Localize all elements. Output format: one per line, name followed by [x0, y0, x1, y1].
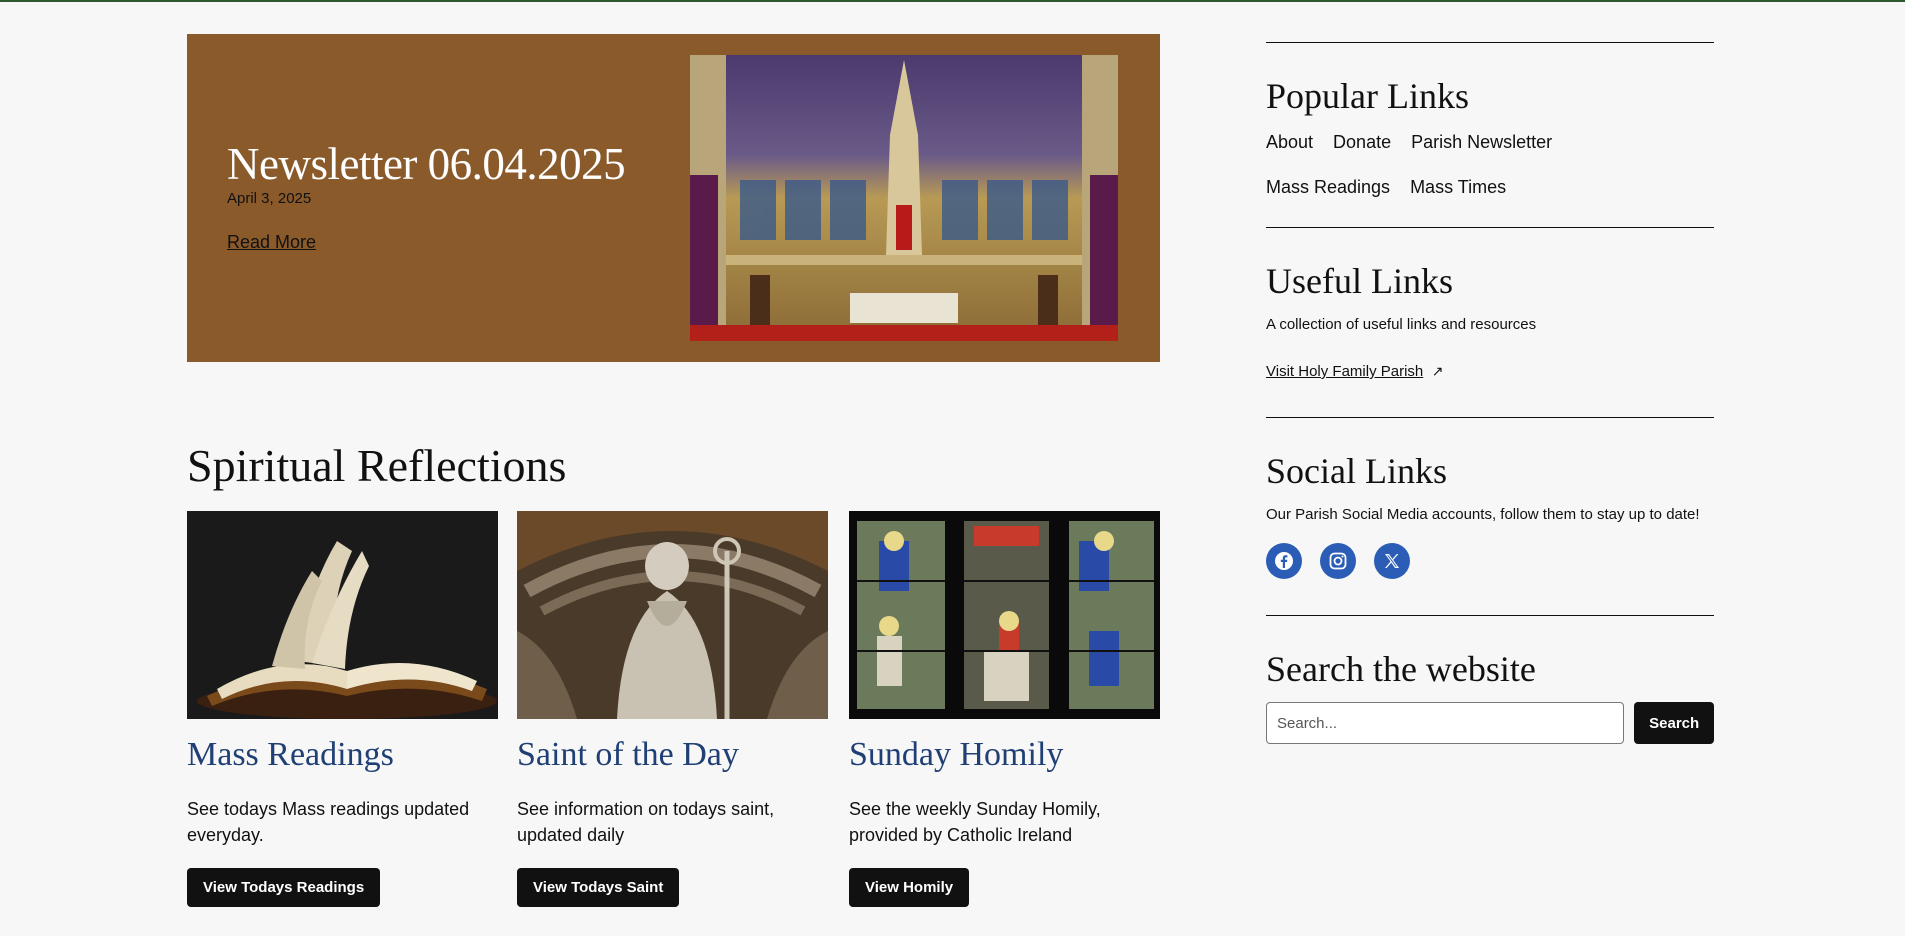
instagram-icon[interactable]	[1320, 543, 1356, 579]
useful-link-row: Visit Holy Family Parish ↗	[1266, 363, 1714, 381]
popular-link-mass-times[interactable]: Mass Times	[1410, 176, 1506, 221]
open-bible-image[interactable]	[187, 511, 498, 719]
view-saint-button[interactable]: View Todays Saint	[517, 867, 680, 907]
card-mass-readings: Mass Readings See todays Mass readings u…	[187, 511, 498, 907]
x-icon[interactable]	[1374, 543, 1410, 579]
popular-link-mass-readings[interactable]: Mass Readings	[1266, 176, 1390, 221]
card-title[interactable]: Mass Readings	[187, 735, 498, 776]
divider	[1266, 615, 1714, 616]
search-title: Search the website	[1266, 649, 1536, 689]
popular-link-about[interactable]: About	[1266, 131, 1313, 176]
divider	[1266, 42, 1714, 43]
search-button[interactable]: Search	[1634, 702, 1714, 744]
card-saint-of-the-day: Saint of the Day See information on toda…	[517, 511, 828, 907]
popular-link-donate[interactable]: Donate	[1333, 131, 1391, 176]
useful-links-title: Useful Links	[1266, 261, 1453, 301]
stained-glass-image[interactable]	[849, 511, 1160, 719]
view-homily-button[interactable]: View Homily	[849, 867, 970, 907]
useful-links-text: A collection of useful links and resourc…	[1266, 316, 1537, 333]
view-readings-button[interactable]: View Todays Readings	[187, 867, 381, 907]
social-links-text: Our Parish Social Media accounts, follow…	[1266, 506, 1700, 523]
read-more-link[interactable]: Read More	[227, 232, 316, 253]
spiritual-reflections-title: Spiritual Reflections	[187, 440, 567, 491]
church-altar-image[interactable]	[690, 55, 1118, 341]
newsletter-date: April 3, 2025	[227, 190, 312, 207]
social-icons	[1266, 543, 1714, 579]
divider	[1266, 227, 1714, 228]
card-description: See information on todays saint, updated…	[517, 798, 775, 845]
social-links-title: Social Links	[1266, 451, 1447, 491]
card-sunday-homily: Sunday Homily See the weekly Sunday Homi…	[849, 511, 1160, 907]
card-description: See the weekly Sunday Homily, provided b…	[849, 798, 1101, 845]
visit-holy-family-link[interactable]: Visit Holy Family Parish	[1266, 363, 1423, 380]
newsletter-hero: Newsletter 06.04.2025 April 3, 2025 Read…	[187, 34, 1160, 362]
card-title[interactable]: Saint of the Day	[517, 735, 828, 776]
divider	[1266, 417, 1714, 418]
card-title[interactable]: Sunday Homily	[849, 735, 1160, 776]
external-arrow-icon: ↗	[1431, 363, 1444, 379]
popular-links-nav: About Donate Parish Newsletter Mass Read…	[1266, 131, 1714, 221]
popular-links-title: Popular Links	[1266, 76, 1469, 116]
newsletter-title[interactable]: Newsletter 06.04.2025	[227, 138, 626, 190]
saint-statue-image[interactable]	[517, 511, 828, 719]
search-input[interactable]	[1266, 702, 1625, 744]
main-content: Newsletter 06.04.2025 April 3, 2025 Read…	[187, 34, 1160, 907]
sidebar: Popular Links About Donate Parish Newsle…	[1266, 42, 1714, 744]
popular-link-parish-newsletter[interactable]: Parish Newsletter	[1411, 131, 1552, 176]
facebook-icon[interactable]	[1266, 543, 1302, 579]
card-description: See todays Mass readings updated everyda…	[187, 798, 470, 845]
search-form: Search	[1266, 702, 1714, 744]
